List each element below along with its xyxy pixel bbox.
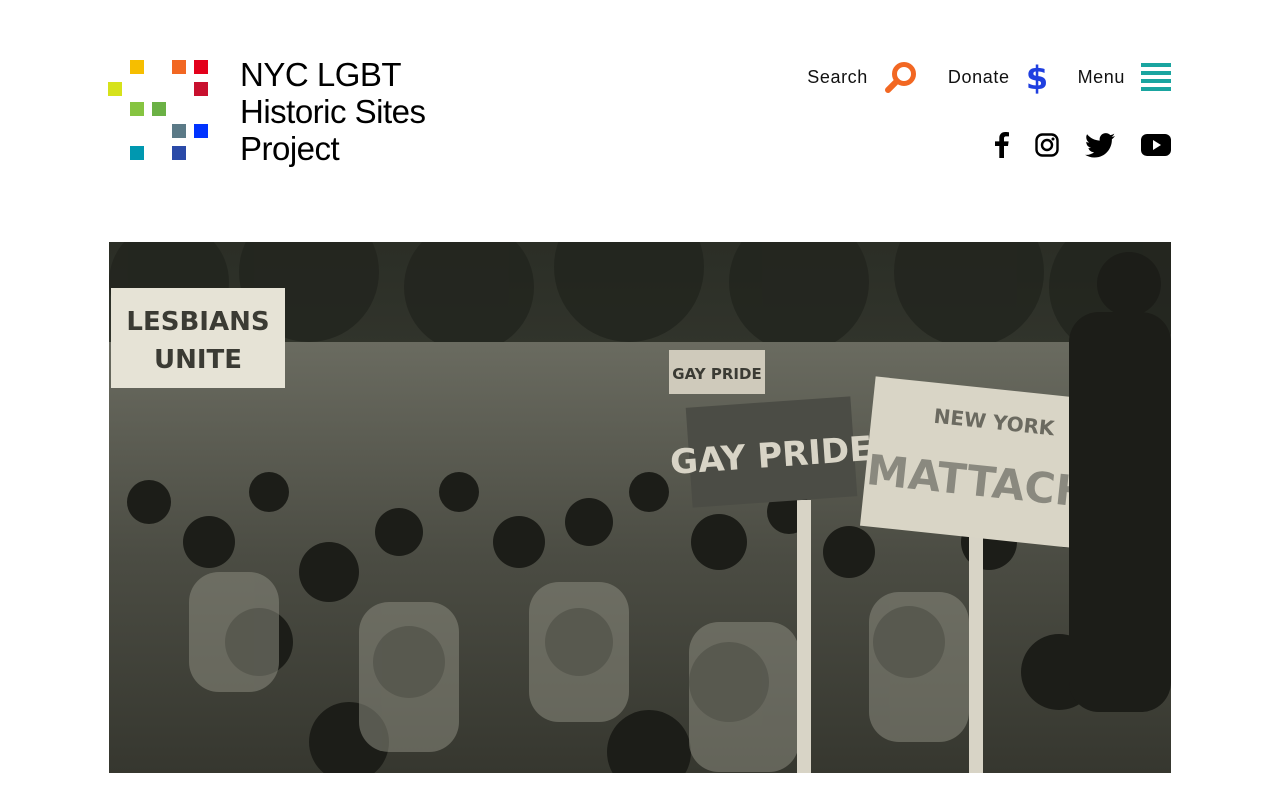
menu-button[interactable]: Menu [1078, 62, 1171, 92]
search-icon [884, 60, 918, 94]
search-label: Search [807, 66, 868, 87]
logo-mosaic-icon [108, 58, 212, 162]
logo-line-1: NYC LGBT [240, 56, 402, 93]
menu-label: Menu [1077, 66, 1125, 87]
header-nav: Search Donate $ Menu [807, 58, 1171, 96]
facebook-icon[interactable] [995, 132, 1009, 158]
site-logo[interactable]: NYC LGBT Historic Sites Project [108, 56, 448, 170]
instagram-icon[interactable] [1035, 133, 1059, 157]
hero-photo: LESBIANS UNITE GAY PRIDE GAY PRIDE NEW Y… [109, 242, 1171, 773]
dollar-icon: $ [1026, 59, 1048, 95]
sign-lesbians-unite: LESBIANS UNITE [111, 288, 285, 388]
youtube-icon[interactable] [1141, 134, 1171, 156]
hamburger-icon [1141, 62, 1171, 92]
donate-button[interactable]: Donate $ [948, 59, 1048, 95]
logo-line-3: Project [240, 130, 340, 167]
search-button[interactable]: Search [807, 60, 918, 94]
twitter-icon[interactable] [1085, 132, 1115, 158]
logo-line-2: Historic Sites [240, 93, 426, 130]
svg-text:UNITE: UNITE [154, 345, 242, 375]
svg-text:LESBIANS: LESBIANS [126, 307, 269, 337]
svg-text:GAY PRIDE: GAY PRIDE [672, 365, 761, 383]
logo-wordmark: NYC LGBT Historic Sites Project [240, 56, 426, 167]
svg-text:$: $ [1026, 59, 1048, 95]
donate-label: Donate [947, 66, 1010, 87]
social-links [995, 130, 1171, 160]
